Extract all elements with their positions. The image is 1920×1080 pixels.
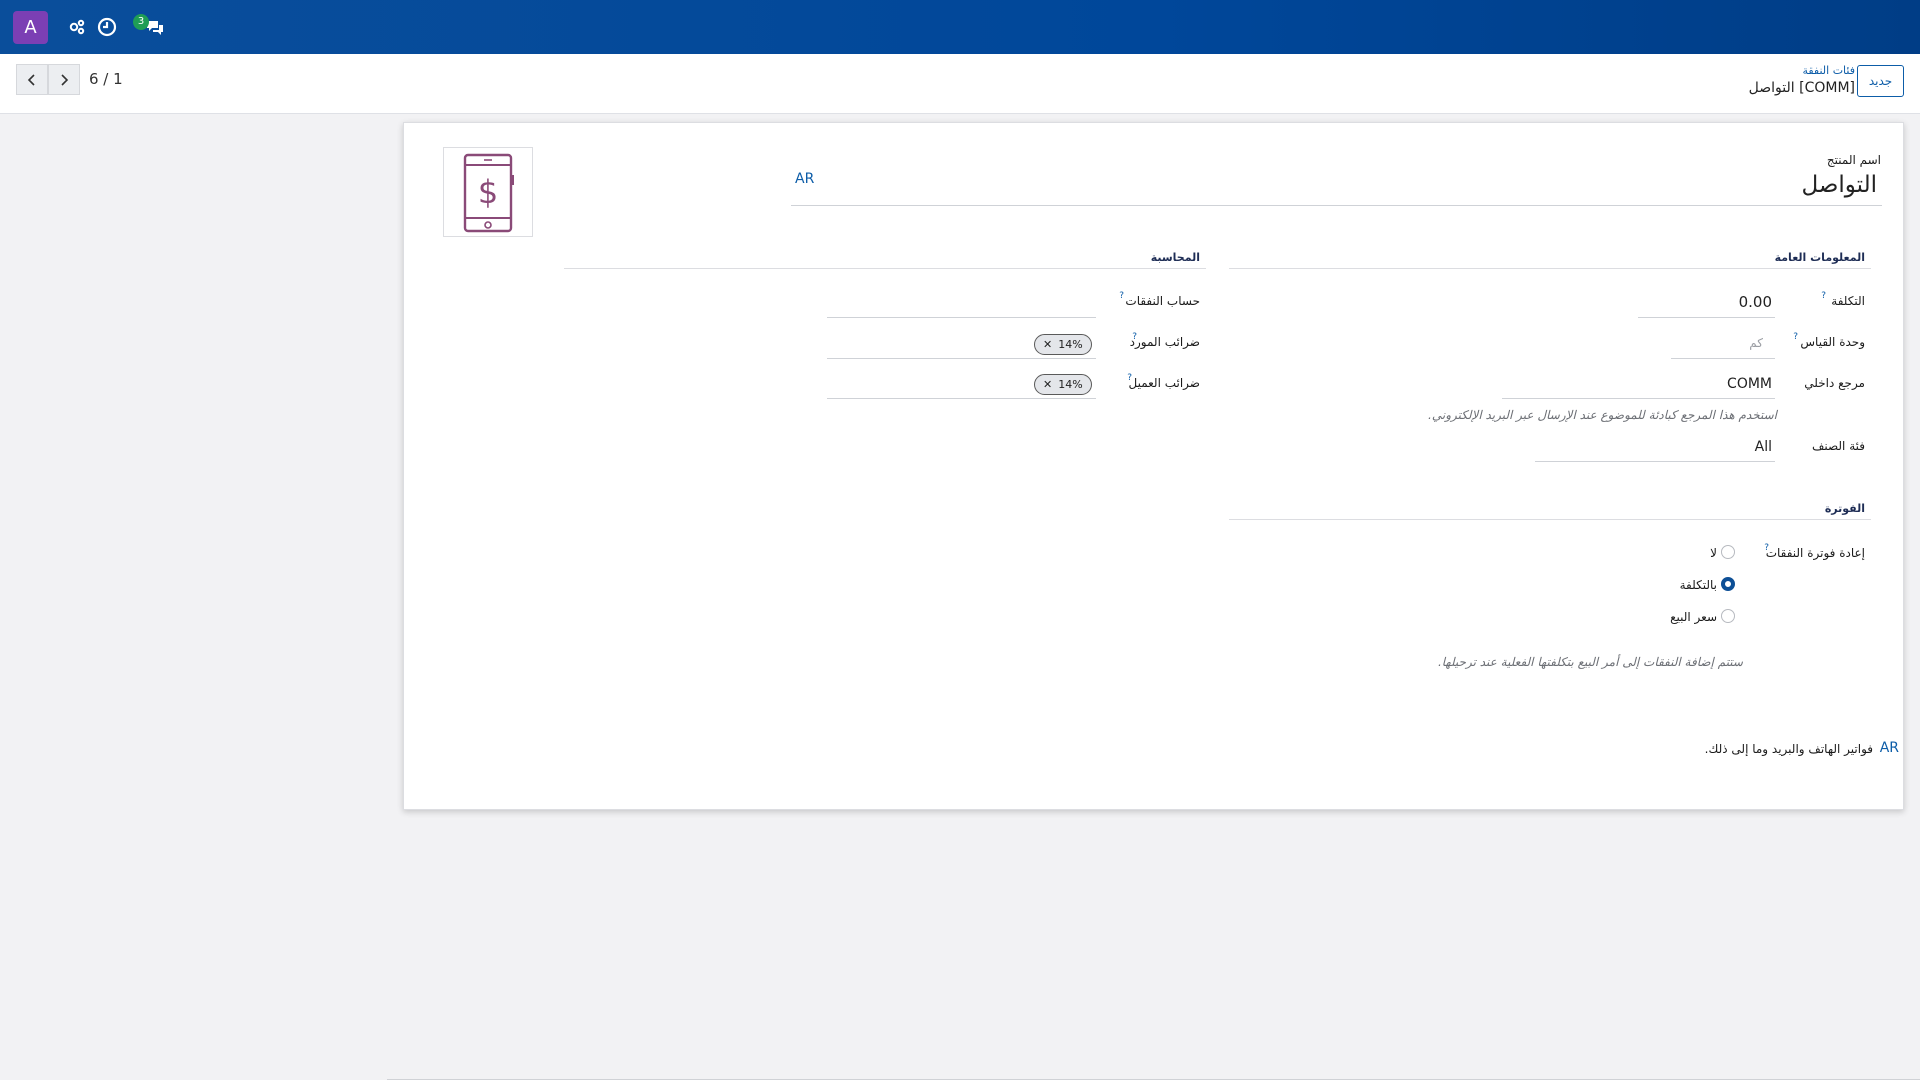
user-avatar[interactable]: A	[13, 11, 48, 44]
product-name-underline	[791, 205, 1882, 206]
general-info-title: المعلومات العامة	[1774, 251, 1865, 264]
internal-ref-hint: استخدم هذا المرجع كبادئة للموضوع عند الإ…	[1428, 408, 1777, 422]
new-button[interactable]: جديد	[1857, 65, 1904, 97]
pager-previous-button[interactable]	[16, 64, 48, 95]
breadcrumb-current: [COMM] التواصل	[1748, 80, 1855, 96]
vendor-tax-tag-label: 14%	[1058, 338, 1083, 351]
customer-tax-tag-label: 14%	[1058, 378, 1083, 391]
clock-icon[interactable]	[96, 16, 118, 38]
product-name-label: اسم المنتج	[1826, 153, 1881, 167]
vendor-taxes-underline	[827, 358, 1096, 359]
reinvoice-option-no-radio[interactable]	[1721, 545, 1735, 559]
reinvoice-option-sales-price-radio[interactable]	[1721, 609, 1735, 623]
general-info-divider	[1229, 268, 1871, 269]
pager-value[interactable]: 6 / 1	[89, 70, 123, 88]
uom-label: وحدة القياس	[1800, 335, 1865, 349]
internal-ref-input[interactable]: COMM	[1727, 376, 1772, 392]
description-field[interactable]: فواتير الهاتف والبريد وما إلى ذلك.	[1705, 742, 1873, 756]
reinvoice-label: إعادة فوترة النفقات	[1765, 546, 1865, 560]
vendor-tax-tag[interactable]: ✕ 14%	[1034, 334, 1092, 355]
internal-ref-label: مرجع داخلي	[1804, 376, 1865, 390]
control-panel: 6 / 1 جديد فئات النفقة [COMM] التواصل	[0, 54, 1920, 114]
uom-input[interactable]: كم	[1749, 336, 1763, 350]
name-language-button[interactable]: AR	[795, 171, 814, 187]
pager-next-button[interactable]	[48, 64, 80, 95]
invoicing-divider	[1229, 519, 1871, 520]
top-navbar: A 3	[0, 0, 1920, 54]
svg-text:$: $	[478, 173, 498, 211]
breadcrumb-parent[interactable]: فئات النفقة	[1802, 64, 1855, 77]
customer-taxes-label: ضرائب العميل	[1128, 376, 1200, 390]
expense-account-help-icon[interactable]: ?	[1119, 291, 1124, 301]
category-input[interactable]: All	[1755, 439, 1772, 455]
remove-tag-icon[interactable]: ✕	[1043, 375, 1052, 394]
category-label: فئة الصنف	[1811, 439, 1865, 453]
internal-ref-underline	[1502, 398, 1775, 399]
customer-taxes-underline	[827, 398, 1096, 399]
uom-help-icon[interactable]: ?	[1793, 332, 1798, 342]
cost-label: التكلفة	[1831, 294, 1865, 308]
uom-underline	[1671, 358, 1775, 359]
form-sheet: $ اسم المنتج التواصل AR المعلومات العامة…	[403, 122, 1904, 810]
reinvoice-hint: ستتم إضافة النفقات إلى أمر البيع بتكلفته…	[1437, 655, 1743, 669]
product-image[interactable]: $	[443, 147, 533, 237]
customer-tax-tag[interactable]: ✕ 14%	[1034, 374, 1092, 395]
vendor-taxes-help-icon[interactable]: ?	[1132, 332, 1137, 342]
reinvoice-option-no-label[interactable]: لا	[1710, 546, 1717, 560]
chevron-left-icon	[27, 73, 35, 86]
expense-account-label: حساب النفقات	[1125, 294, 1200, 308]
invoicing-title: الفوترة	[1824, 502, 1865, 515]
accounting-divider	[564, 268, 1206, 269]
chevron-right-icon	[61, 73, 69, 86]
remove-tag-icon[interactable]: ✕	[1043, 335, 1052, 354]
reinvoice-option-cost-radio[interactable]	[1721, 577, 1735, 591]
cost-help-icon[interactable]: ?	[1821, 291, 1826, 301]
vendor-taxes-label: ضرائب المورد	[1129, 335, 1200, 349]
chat-count-badge: 3	[133, 14, 149, 30]
reinvoice-option-sales-price-label[interactable]: سعر البيع	[1670, 610, 1717, 624]
reinvoice-help-icon[interactable]: ?	[1764, 543, 1769, 553]
customer-taxes-help-icon[interactable]: ?	[1127, 373, 1132, 383]
description-language-button[interactable]: AR	[1880, 740, 1899, 756]
activity-icon[interactable]	[66, 16, 88, 38]
cost-input[interactable]: 0.00	[1739, 293, 1772, 311]
phone-dollar-icon: $	[463, 153, 514, 233]
product-name-input[interactable]: التواصل	[1801, 172, 1877, 198]
expense-account-input[interactable]	[827, 317, 1096, 318]
cost-underline	[1638, 317, 1775, 318]
reinvoice-option-cost-label[interactable]: بالتكلفة	[1680, 578, 1717, 592]
accounting-title: المحاسبة	[1150, 251, 1200, 264]
category-underline	[1535, 461, 1775, 462]
